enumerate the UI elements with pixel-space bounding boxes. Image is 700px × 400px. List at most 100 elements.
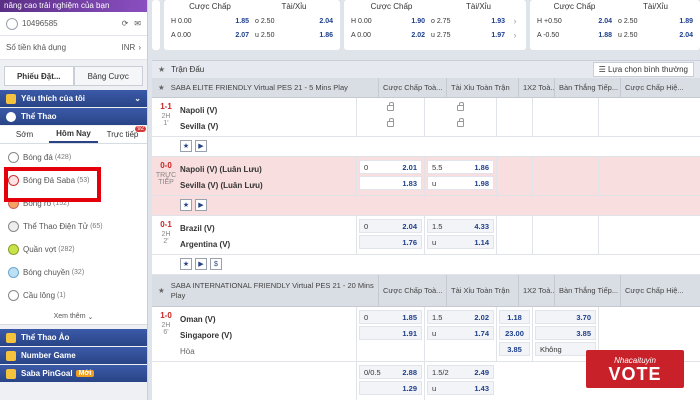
tab-today[interactable]: Hôm Nay <box>49 126 98 143</box>
odds-value[interactable]: 2.07 <box>235 32 249 39</box>
sport-count: (282) <box>58 246 75 253</box>
tab-live[interactable]: Trực tiếp 92 <box>98 126 147 143</box>
number-game-header[interactable]: Number Game <box>0 347 147 364</box>
odds-value[interactable]: 1.97 <box>491 32 505 39</box>
play-video-icon[interactable]: ▶ <box>195 199 207 211</box>
odds-value: 1.91 <box>402 328 417 338</box>
stats-dollar-icon[interactable]: $ <box>210 258 222 270</box>
view-mode-button[interactable]: ☰ Lựa chọn bình thường <box>592 62 694 77</box>
chevron-right-icon[interactable]: › <box>508 30 522 40</box>
watermark-main-text: VOTE <box>608 363 662 384</box>
odds-button[interactable]: 23.00 <box>499 326 530 340</box>
tab-bet-list[interactable]: Bảng Cược <box>73 66 143 86</box>
virtual-sports-header[interactable]: Thể Thao Ảo <box>0 329 147 346</box>
odds-value[interactable]: 1.90 <box>411 18 425 25</box>
odds-button[interactable]: u 1.14 <box>427 235 494 249</box>
odds-button[interactable]: 1.5 4.33 <box>427 219 494 233</box>
odds-button[interactable]: u 1.98 <box>427 176 494 190</box>
odds-button[interactable]: 1.91 <box>359 326 422 340</box>
handicap-line: 0 <box>364 312 369 322</box>
odds-button[interactable]: 3.70 <box>535 310 596 324</box>
odds-label: A -0.50 <box>537 31 560 39</box>
tennis-icon <box>8 244 19 255</box>
odds-value: 1.14 <box>474 237 489 247</box>
tab-early[interactable]: Sớm <box>0 126 49 143</box>
odds-value[interactable]: 1.86 <box>319 32 333 39</box>
odds-value[interactable]: 1.89 <box>679 18 693 25</box>
odds-value: 1.86 <box>474 162 489 172</box>
col-handicap: Cược Chấp Toà... <box>378 78 446 97</box>
sport-name: Thể Thao Điện Tử <box>23 222 89 231</box>
odds-value[interactable]: 2.04 <box>679 32 693 39</box>
tab-bet-slip[interactable]: Phiếu Đặt... <box>4 66 74 86</box>
odds-value: 2.04 <box>402 221 417 231</box>
odds-button[interactable]: 1.76 <box>359 235 422 249</box>
sport-item-tennis[interactable]: Quần vợt (282) <box>0 238 147 261</box>
odds-button[interactable]: 3.85 <box>535 326 596 340</box>
odds-value: 1.43 <box>474 383 489 393</box>
sport-item-volleyball[interactable]: Bóng chuyền (32) <box>0 261 147 284</box>
sport-item-esports[interactable]: Thể Thao Điện Tử (65) <box>0 215 147 238</box>
odds-button[interactable]: 1.29 <box>359 381 422 395</box>
account-row: 10496585 ⟳ ✉ <box>0 12 147 36</box>
odds-button[interactable]: 0 2.04 <box>359 219 422 233</box>
odds-button[interactable]: 0/0.5 2.88 <box>359 365 422 379</box>
sports-label: Thể Thao <box>21 112 57 121</box>
favorite-star-icon[interactable]: ★ <box>180 199 192 211</box>
odds-value: 1.18 <box>507 312 522 322</box>
chevron-right-icon[interactable]: › <box>138 43 141 52</box>
ou-line: u <box>432 237 437 247</box>
featured-card[interactable]: Cược Chấp Tài/Xỉu H 0.00 1.85 o 2.50 2.04 A … <box>164 0 340 50</box>
see-more-link[interactable]: Xem thêm ⌄ <box>0 309 147 325</box>
chevron-right-icon[interactable]: › <box>508 16 522 26</box>
favorites-header[interactable]: Yêu thích của tôi ⌄ <box>0 90 147 107</box>
odds-button[interactable]: 1.5 2.02 <box>427 310 494 324</box>
star-icon[interactable]: ★ <box>158 83 165 92</box>
sport-item-badminton[interactable]: Cầu lông (1) <box>0 284 147 307</box>
match-period: 2H <box>161 322 171 329</box>
pingoal-header[interactable]: Saba PinGoal Mới <box>0 365 147 382</box>
league-header[interactable]: ★ SABA ELITE FRIENDLY Virtual PES 21 - 5 … <box>152 78 700 98</box>
odds-button[interactable]: 1.5/2 2.49 <box>427 365 494 379</box>
soccer-icon <box>8 152 19 163</box>
favorite-star-icon[interactable]: ★ <box>180 258 192 270</box>
col-over-under: Tài Xỉu Toàn Trận <box>446 78 518 97</box>
sports-header[interactable]: Thể Thao <box>0 108 147 125</box>
odds-value[interactable]: 1.93 <box>491 18 505 25</box>
odds-value[interactable]: 2.04 <box>598 18 612 25</box>
chevron-down-icon: ⌄ <box>87 313 94 321</box>
odds-button[interactable]: u 1.74 <box>427 326 494 340</box>
odds-value[interactable]: 2.04 <box>319 18 333 25</box>
match-score: 1-0 <box>160 311 172 320</box>
match-period: 2H <box>161 113 171 120</box>
play-video-icon[interactable]: ▶ <box>195 140 207 152</box>
featured-card[interactable]: Cược Chấp Tài/Xỉu H +0.50 2.04 o 2.50 1.89 A… <box>530 0 700 50</box>
sport-item-soccer[interactable]: Bóng đá (428) <box>0 146 147 169</box>
odds-value[interactable]: 1.88 <box>598 32 612 39</box>
odds-value[interactable]: 2.02 <box>411 32 425 39</box>
odds-label: o 2.50 <box>618 17 638 25</box>
favorite-star-icon[interactable]: ★ <box>180 140 192 152</box>
match-actions: ★ ▶ $ <box>152 255 700 275</box>
odds-button[interactable]: 0 1.85 <box>359 310 422 324</box>
odds-value: 4.33 <box>474 221 489 231</box>
star-icon[interactable]: ★ <box>158 286 165 296</box>
odds-button[interactable]: u 1.43 <box>427 381 494 395</box>
promo-banner[interactable]: nâng cao trải nghiệm của bạn <box>0 0 147 12</box>
odds-button[interactable]: 5.5 1.86 <box>427 160 494 174</box>
mail-icon[interactable]: ✉ <box>134 19 141 28</box>
sport-name: Bóng đá <box>23 153 53 162</box>
odds-button[interactable]: 1.18 <box>499 310 530 324</box>
odds-button[interactable]: 3.85 <box>499 342 530 356</box>
odds-button[interactable]: 0 2.01 <box>359 160 422 174</box>
locked-odds <box>427 117 494 131</box>
odds-value[interactable]: 1.85 <box>235 18 249 25</box>
featured-card[interactable]: Cược Chấp Tài/Xỉu H 0.00 1.90 o 2.75 1.93 › A… <box>344 0 526 50</box>
refresh-icon[interactable]: ⟳ <box>122 19 129 28</box>
odds-button[interactable]: 1.83 <box>359 176 422 190</box>
pingoal-label: Saba PinGoal <box>21 369 73 378</box>
match-toolbar: ★ Trận Đấu ☰ Lựa chọn bình thường <box>152 60 700 78</box>
league-header[interactable]: ★ SABA INTERNATIONAL FRIENDLY Virtual PES… <box>152 275 700 307</box>
play-video-icon[interactable]: ▶ <box>195 258 207 270</box>
star-icon[interactable]: ★ <box>158 65 165 74</box>
